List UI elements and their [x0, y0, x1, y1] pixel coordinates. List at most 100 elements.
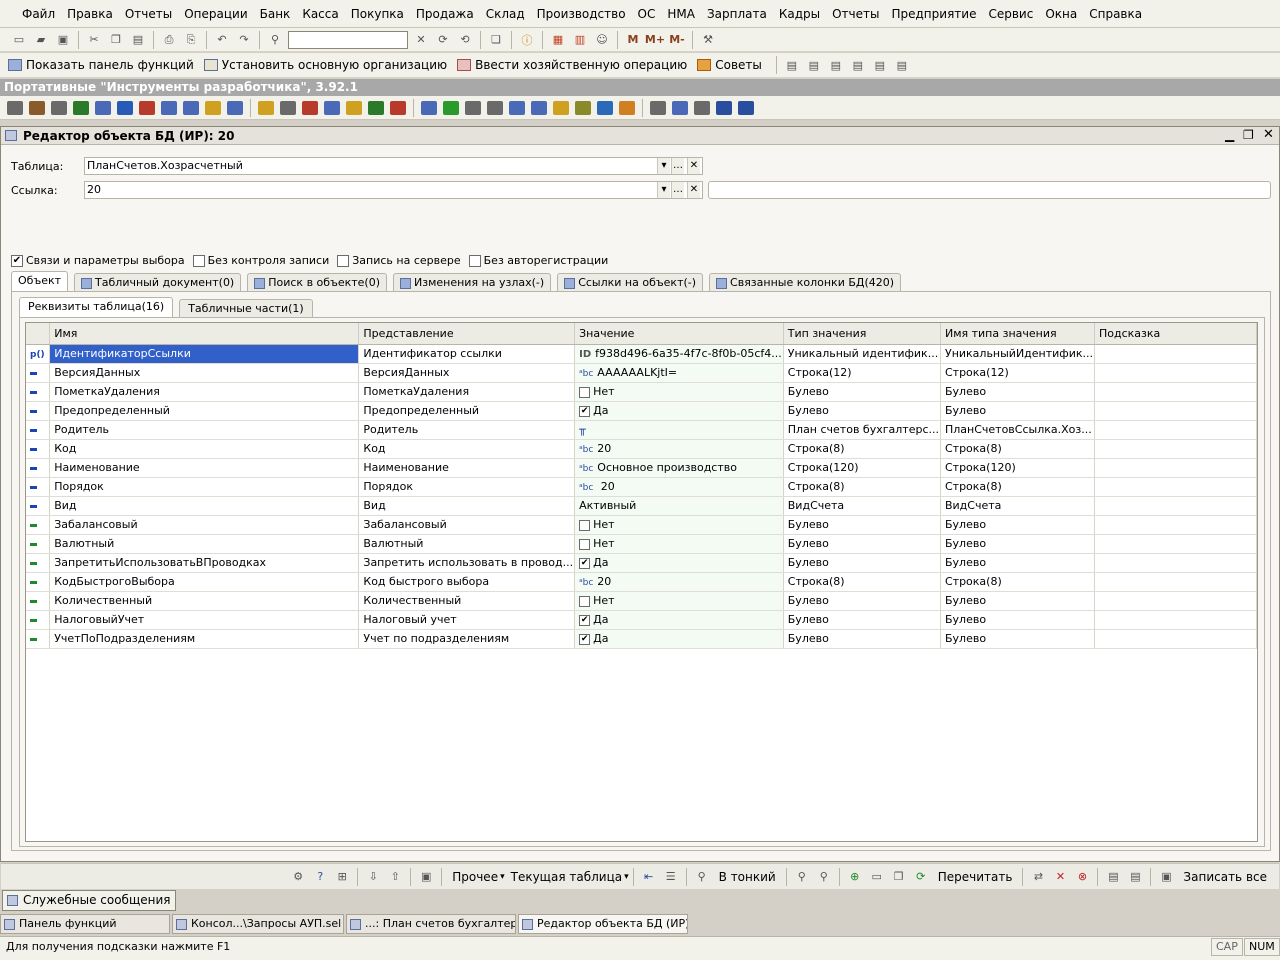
- column-header[interactable]: Подсказка: [1094, 323, 1257, 345]
- menu-item[interactable]: Окна: [1039, 7, 1083, 21]
- table-row[interactable]: НалоговыйУчет Налоговый учет ✔ Да Булево Буле…: [26, 610, 1257, 630]
- table-row[interactable]: Количественный Количественный Нет Булево Бул…: [26, 591, 1257, 611]
- table-row[interactable]: Предопределенный Предопределенный ✔ Да Булев…: [26, 401, 1257, 421]
- dev-tool-icon[interactable]: [117, 100, 133, 115]
- dev-tool-icon[interactable]: [531, 100, 547, 115]
- table-row[interactable]: p() ИдентификаторСсылки Идентификатор ссыл…: [26, 344, 1257, 364]
- column-header[interactable]: Имя типа значения: [940, 323, 1096, 345]
- table-row[interactable]: ЗапретитьИспользоватьВПроводках Запретить…: [26, 553, 1257, 573]
- clear-icon[interactable]: ✕: [687, 182, 700, 198]
- table-row[interactable]: ПометкаУдаления ПометкаУдаления Нет Булево Б…: [26, 382, 1257, 402]
- link-field[interactable]: 20: [84, 181, 703, 199]
- calendar-icon[interactable]: ▥: [571, 32, 589, 48]
- report3-icon[interactable]: ▤: [827, 57, 845, 73]
- table-row[interactable]: Порядок Порядок ᵃbc 20 Строка(8) Строка(8): [26, 477, 1257, 497]
- dev-tool-icon[interactable]: [51, 100, 67, 115]
- table-row[interactable]: УчетПоПодразделениям Учет по подразделени…: [26, 629, 1257, 649]
- dev-tool-icon[interactable]: [487, 100, 503, 115]
- tab[interactable]: Ссылки на объект(-): [557, 273, 704, 292]
- dev-tool-icon[interactable]: [73, 100, 89, 115]
- paste-icon[interactable]: ▤: [129, 32, 147, 48]
- restore-icon[interactable]: ❐: [1243, 128, 1254, 142]
- report5-icon[interactable]: ▤: [871, 57, 889, 73]
- menu-item[interactable]: Операции: [178, 7, 253, 21]
- attribute-value-cell[interactable]: ✔ Да: [574, 553, 784, 573]
- memory-minus-icon[interactable]: M-: [668, 32, 686, 48]
- menu-item[interactable]: Банк: [254, 7, 297, 21]
- sub-tab[interactable]: Реквизиты таблица(16): [19, 297, 174, 318]
- menu-item[interactable]: Отчеты: [119, 7, 178, 21]
- dev-tool-icon[interactable]: [258, 100, 274, 115]
- find-icon[interactable]: ⚲: [815, 869, 833, 885]
- minimize-icon[interactable]: ▁: [1225, 128, 1234, 142]
- attribute-value-cell[interactable]: ᵃbc 20: [574, 477, 784, 497]
- to-thin-client-button[interactable]: В тонкий: [719, 870, 776, 884]
- find-next-icon[interactable]: ⟳: [434, 32, 452, 48]
- dropdown-icon[interactable]: ▾: [657, 182, 670, 198]
- table-field[interactable]: ПланСчетов.Хозрасчетный: [84, 157, 703, 175]
- taskbar-window-button[interactable]: ...: План счетов бухгалтерс...: [346, 914, 516, 934]
- menu-item[interactable]: Кадры: [773, 7, 826, 21]
- menu-item[interactable]: Производство: [531, 7, 632, 21]
- attribute-value-cell[interactable]: Активный: [574, 496, 784, 516]
- open-folder-icon[interactable]: ▰: [32, 32, 50, 48]
- list-icon[interactable]: ☰: [662, 869, 680, 885]
- attribute-value-cell[interactable]: ᵃbc AAAAAALKjtI=: [574, 363, 784, 383]
- export-icon[interactable]: ⇩: [364, 869, 382, 885]
- option-checkbox[interactable]: Запись на сервере: [337, 254, 461, 267]
- report4-icon[interactable]: ▤: [849, 57, 867, 73]
- attribute-value-cell[interactable]: Нет: [574, 382, 784, 402]
- compare-icon[interactable]: ⇄: [1029, 869, 1047, 885]
- menu-item[interactable]: Правка: [61, 7, 119, 21]
- dev-tool-icon[interactable]: [575, 100, 591, 115]
- settings-icon[interactable]: ⚙: [289, 869, 307, 885]
- dev-tool-icon[interactable]: [738, 100, 754, 115]
- column-header[interactable]: Имя: [49, 323, 360, 345]
- dev-tool-icon[interactable]: [324, 100, 340, 115]
- menu-item[interactable]: Справка: [1083, 7, 1148, 21]
- memory-m-icon[interactable]: M: [624, 32, 642, 48]
- menu-item[interactable]: Отчеты: [826, 7, 885, 21]
- table-row[interactable]: ВерсияДанных ВерсияДанных ᵃbc AAAAAALKjtI= С…: [26, 363, 1257, 383]
- choose-icon[interactable]: …: [671, 158, 684, 174]
- users-icon[interactable]: ☺: [593, 32, 611, 48]
- link-presentation-field[interactable]: [708, 181, 1271, 199]
- dev-tool-icon[interactable]: [465, 100, 481, 115]
- table-row[interactable]: Забалансовый Забалансовый Нет Булево Булево: [26, 515, 1257, 535]
- dev-tool-icon[interactable]: [29, 100, 45, 115]
- delete-icon[interactable]: ✕: [1051, 869, 1069, 885]
- other-menu-button[interactable]: Прочее: [452, 870, 498, 884]
- dev-tool-icon[interactable]: [390, 100, 406, 115]
- dev-tool-icon[interactable]: [619, 100, 635, 115]
- dev-tool-icon[interactable]: [694, 100, 710, 115]
- attribute-value-cell[interactable]: Нет: [574, 515, 784, 535]
- menu-item[interactable]: Зарплата: [701, 7, 773, 21]
- dev-tool-icon[interactable]: [716, 100, 732, 115]
- calculator-icon[interactable]: ▦: [549, 32, 567, 48]
- tab[interactable]: Связанные колонки БД(420): [709, 273, 902, 292]
- table-row[interactable]: КодБыстрогоВыбора Код быстрого выбора ᵃbc 2…: [26, 572, 1257, 592]
- attributes-grid[interactable]: Имя Представление Значение Тип значения Имя …: [25, 322, 1258, 842]
- dev-tool-icon[interactable]: [95, 100, 111, 115]
- dropdown-icon[interactable]: ▾: [657, 158, 670, 174]
- menu-item[interactable]: Касса: [296, 7, 344, 21]
- menu-item[interactable]: Покупка: [345, 7, 410, 21]
- help-icon[interactable]: ?: [311, 869, 329, 885]
- choose-icon[interactable]: …: [671, 182, 684, 198]
- cut-icon[interactable]: ✂: [85, 32, 103, 48]
- print-icon[interactable]: ⎙: [160, 32, 178, 48]
- dev-tool-icon[interactable]: [597, 100, 613, 115]
- save-icon[interactable]: ▣: [54, 32, 72, 48]
- tips-button[interactable]: Советы: [715, 58, 762, 72]
- dev-tool-icon[interactable]: [421, 100, 437, 115]
- table-row[interactable]: Родитель Родитель ╥ План счетов бухгалтерс.…: [26, 420, 1257, 440]
- report-icon[interactable]: ▤: [783, 57, 801, 73]
- enter-operation-button[interactable]: Ввести хозяйственную операцию: [475, 58, 687, 72]
- tab[interactable]: Изменения на узлах(-): [393, 273, 552, 292]
- attribute-value-cell[interactable]: ✔ Да: [574, 629, 784, 649]
- folder-icon[interactable]: ▭: [868, 869, 886, 885]
- service-messages-button[interactable]: Служебные сообщения: [2, 890, 176, 911]
- set-organization-button[interactable]: Установить основную организацию: [222, 58, 447, 72]
- taskbar-window-button[interactable]: Консол...\Запросы АУП.sel *: [172, 914, 344, 934]
- menu-item[interactable]: НМА: [661, 7, 701, 21]
